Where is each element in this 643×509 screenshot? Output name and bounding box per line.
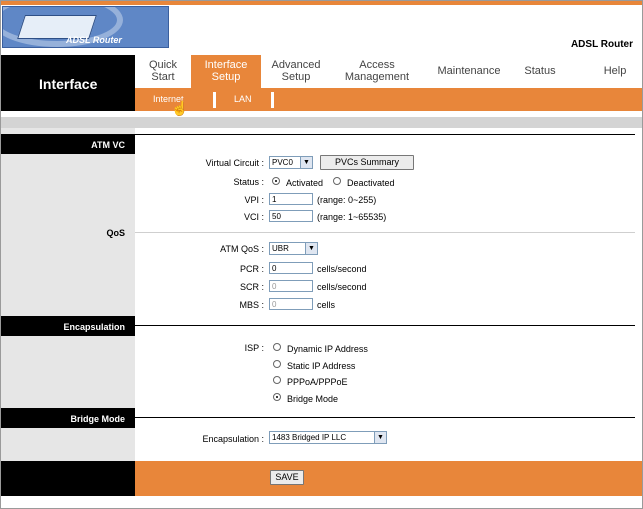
pcr-label: PCR : — [239, 264, 264, 274]
hand-cursor-icon: ☝ — [171, 100, 189, 116]
product-name: ADSL Router — [570, 39, 633, 50]
chevron-down-icon: ▼ — [305, 243, 317, 254]
spacer-band — [1, 117, 642, 128]
isp-pppoe-label: PPPoA/PPPoE — [287, 377, 348, 387]
pcr-input[interactable]: 0 — [269, 262, 313, 274]
status-activated-radio[interactable] — [272, 177, 280, 185]
menu-advanced-setup[interactable]: Advanced Setup — [261, 59, 331, 83]
virtual-circuit-label: Virtual Circuit : — [205, 158, 264, 168]
section-encapsulation: Encapsulation — [1, 316, 135, 336]
isp-dynamic-label: Dynamic IP Address — [287, 344, 368, 354]
isp-dynamic-radio[interactable] — [273, 343, 281, 351]
isp-static-radio[interactable] — [273, 360, 281, 368]
atm-qos-select[interactable]: UBR ▼ — [269, 242, 318, 255]
section-label: Encapsulation — [63, 322, 125, 332]
subtab-divider — [271, 92, 274, 108]
menu-help[interactable]: Help — [595, 65, 635, 77]
top-accent-bar — [1, 1, 642, 5]
section-label: QoS — [106, 228, 125, 238]
main-navigation: Interface Quick Start Interface Setup Ad… — [1, 55, 642, 116]
menu-interface-setup[interactable]: Interface Setup — [191, 55, 261, 88]
scr-unit: cells/second — [317, 282, 367, 292]
subtab-divider — [213, 92, 216, 108]
mbs-unit: cells — [317, 300, 336, 310]
encapsulation-label: Encapsulation : — [202, 434, 264, 444]
sub-menu: Internet LAN ☝ — [135, 88, 642, 116]
section-atm-vc: ATM VC — [1, 134, 135, 154]
virtual-circuit-value: PVC0 — [272, 158, 293, 167]
isp-static-label: Static IP Address — [287, 361, 356, 371]
scr-label: SCR : — [239, 282, 264, 292]
status-deactivated-radio[interactable] — [333, 177, 341, 185]
scr-input[interactable]: 0 — [269, 280, 313, 292]
menu-maintenance[interactable]: Maintenance — [427, 65, 511, 77]
section-label: Bridge Mode — [70, 414, 125, 424]
menu-status[interactable]: Status — [515, 65, 565, 77]
top-menu: Quick Start Interface Setup Advanced Set… — [135, 55, 642, 88]
isp-bridge-label: Bridge Mode — [287, 394, 339, 404]
footer-right — [135, 461, 642, 496]
vci-range: (range: 1~65535) — [317, 212, 387, 222]
logo-text: ADSL Router — [66, 35, 122, 45]
qos-divider — [135, 232, 635, 233]
vpi-input[interactable]: 1 — [269, 193, 313, 205]
vpi-range: (range: 0~255) — [317, 195, 377, 205]
save-button[interactable]: SAVE — [270, 470, 304, 485]
pvc-summary-button[interactable]: PVCs Summary — [320, 155, 414, 170]
atm-qos-value: UBR — [272, 244, 289, 253]
deactivated-label: Deactivated — [347, 178, 395, 188]
chevron-down-icon: ▼ — [374, 432, 386, 443]
section-divider — [135, 134, 635, 135]
mbs-input[interactable]: 0 — [269, 298, 313, 310]
router-logo: ADSL Router — [2, 6, 169, 48]
chevron-down-icon: ▼ — [300, 157, 312, 168]
footer-left — [1, 461, 135, 496]
section-bridge-mode: Bridge Mode — [1, 408, 135, 428]
isp-pppoe-radio[interactable] — [273, 376, 281, 384]
section-divider — [135, 417, 635, 418]
encapsulation-select[interactable]: 1483 Bridged IP LLC ▼ — [269, 431, 387, 444]
activated-label: Activated — [286, 178, 324, 188]
encapsulation-value: 1483 Bridged IP LLC — [272, 433, 347, 442]
atm-qos-label: ATM QoS : — [220, 244, 264, 254]
status-label: Status : — [233, 177, 264, 187]
page-title: Interface — [39, 76, 98, 92]
footer-bar — [1, 461, 642, 496]
menu-access-management[interactable]: Access Management — [331, 59, 423, 83]
isp-bridge-radio[interactable] — [273, 393, 281, 401]
vpi-label: VPI : — [244, 195, 264, 205]
vci-label: VCI : — [243, 212, 264, 222]
vci-input[interactable]: 50 — [269, 210, 313, 222]
pcr-unit: cells/second — [317, 264, 367, 274]
isp-label: ISP : — [244, 343, 264, 353]
menu-quick-start[interactable]: Quick Start — [135, 59, 191, 83]
nav-section-title: Interface — [1, 55, 135, 111]
section-divider — [135, 325, 635, 326]
section-label: ATM VC — [91, 140, 125, 150]
subtab-lan[interactable]: LAN — [234, 94, 252, 104]
mbs-label: MBS : — [239, 300, 264, 310]
virtual-circuit-select[interactable]: PVC0 ▼ — [269, 156, 313, 169]
